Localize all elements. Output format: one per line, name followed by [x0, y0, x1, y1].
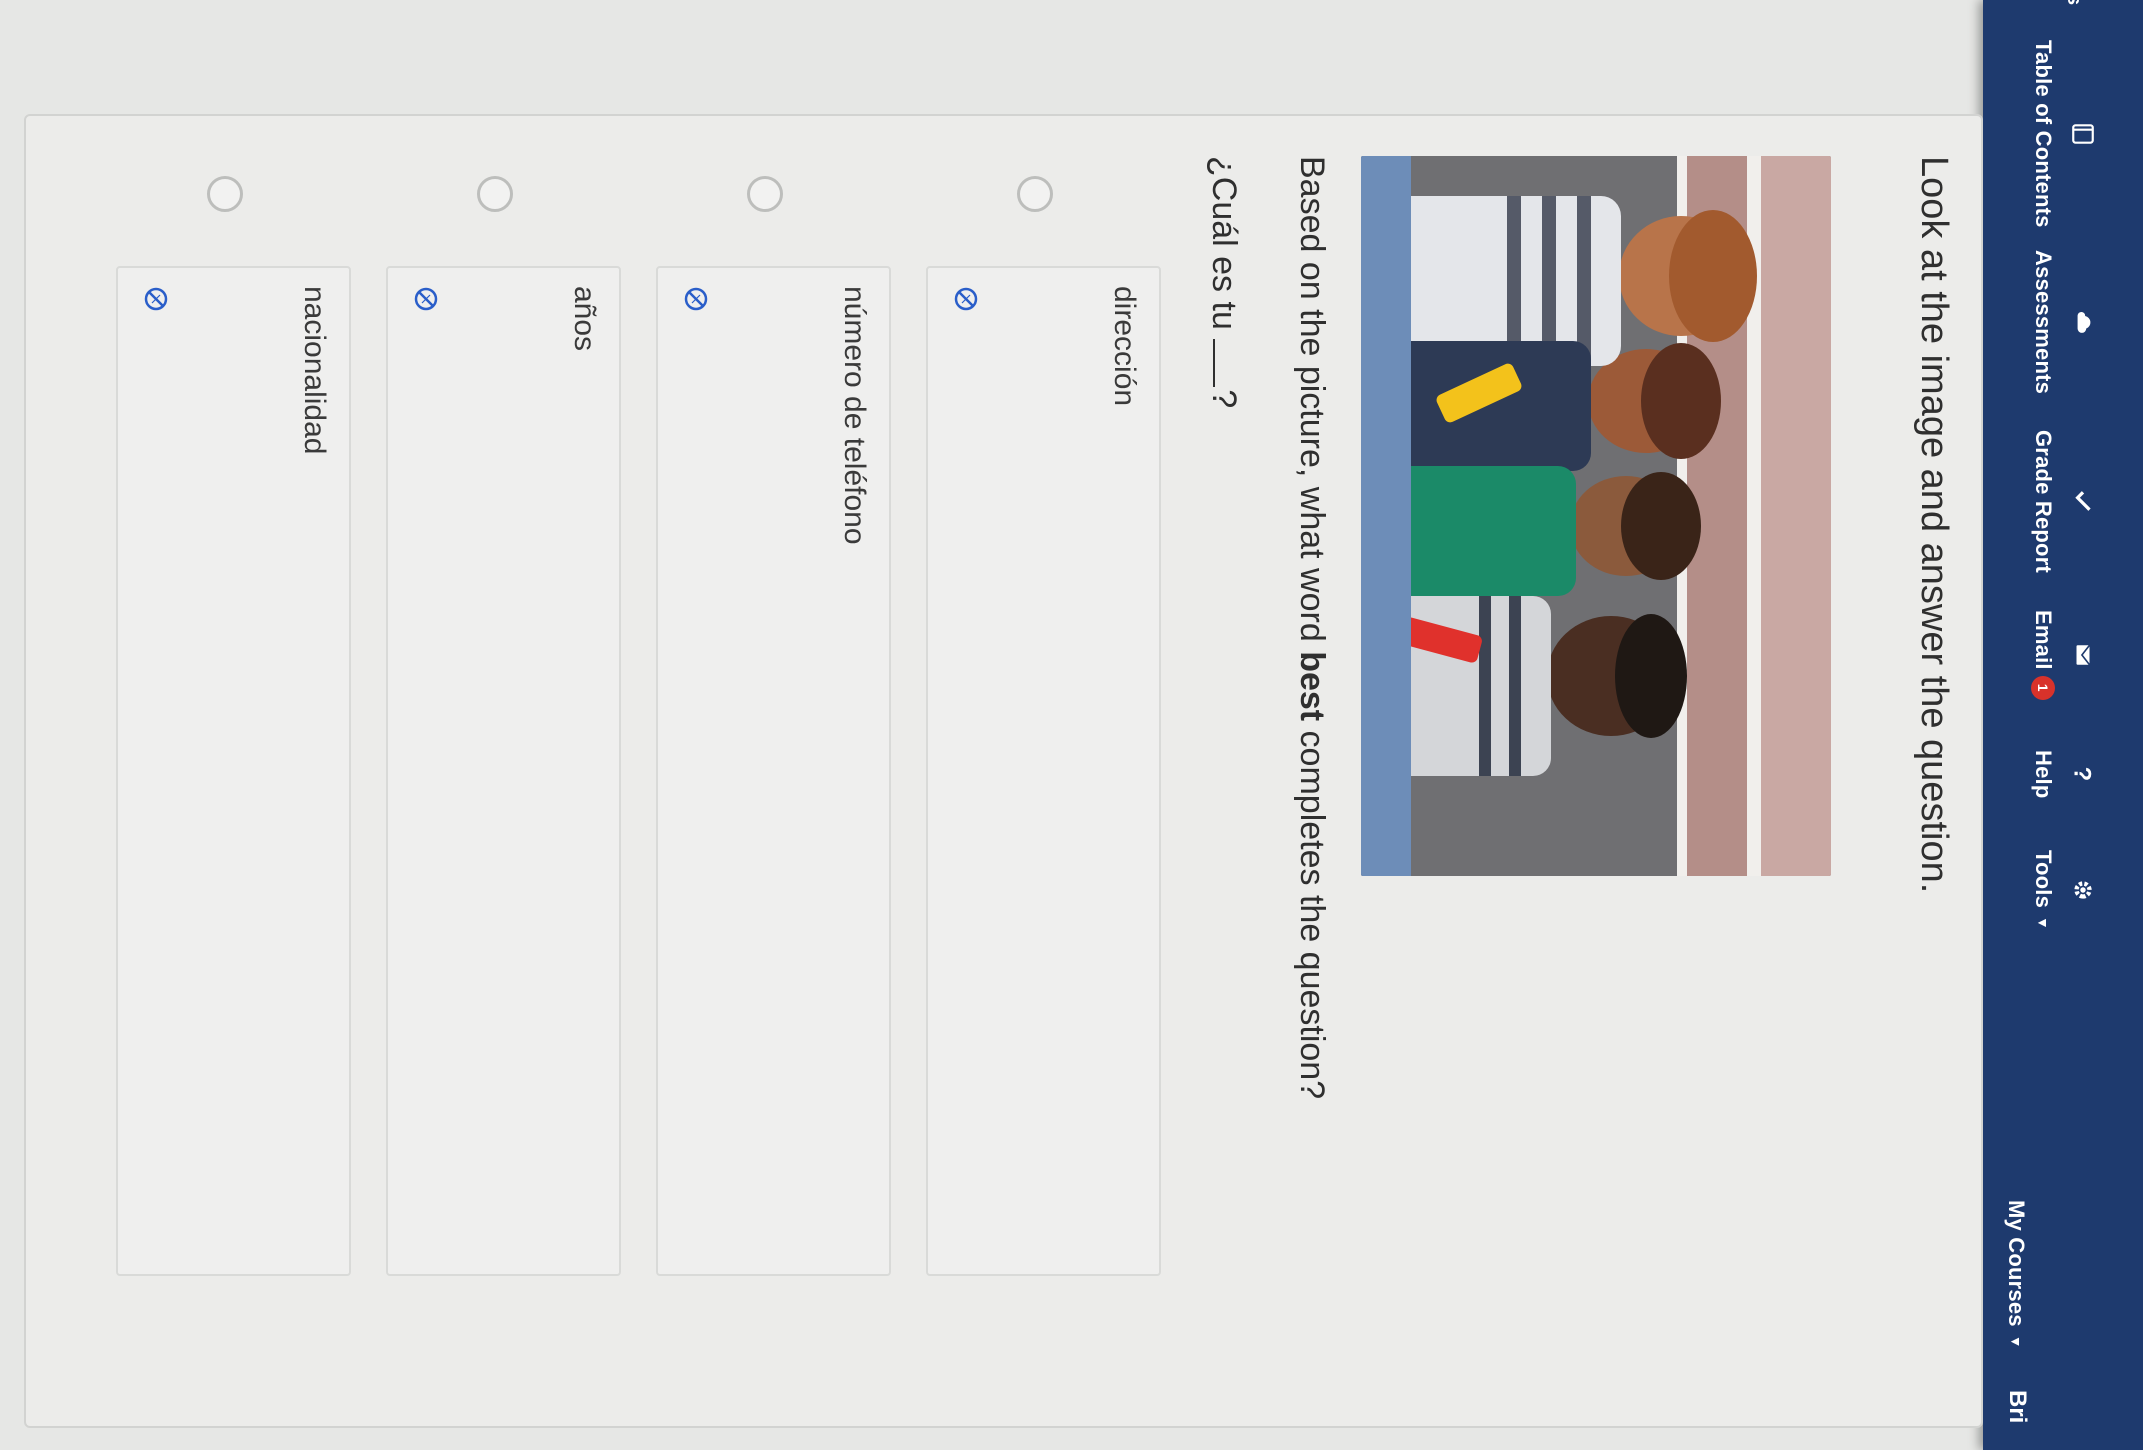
nav-edge-label: s [2062, 0, 2085, 5]
question-panel: Look at the image and answer the questio… [24, 114, 1983, 1428]
answer-choice-text: número de teléfono [838, 286, 871, 545]
question-prompt-emphasis: best [1293, 651, 1331, 722]
question-prompt-end: completes the question? [1293, 721, 1331, 1100]
answer-option: número de teléfono [651, 156, 891, 1276]
answer-option: nacionalidad [111, 156, 351, 1276]
question-sentence: ¿Cuál es tu ? [1204, 156, 1243, 408]
svg-text:?: ? [2070, 767, 2095, 782]
envelope-icon [2076, 644, 2091, 666]
nav-label-email: Email [2031, 610, 2056, 670]
question-icon: ? [2070, 767, 2095, 782]
question-photo [1361, 156, 1831, 876]
checkmark-icon [2075, 491, 2091, 512]
brand-label: Bri [2004, 1390, 2031, 1424]
top-navbar: s Table of Contents Assessments Grade Re… [1983, 0, 2143, 1450]
nav-tools[interactable]: Tools ▼ [2003, 850, 2123, 930]
answer-choice-text: años [568, 286, 601, 352]
nav-label-help: Help [2031, 750, 2056, 799]
eliminate-icon[interactable] [953, 286, 979, 312]
answer-radio[interactable] [477, 176, 513, 212]
nav-assessments[interactable]: Assessments [2003, 250, 2123, 394]
nav-label-table-of-contents: Table of Contents [2031, 40, 2056, 228]
answer-radio[interactable] [207, 176, 243, 212]
nav-label-my-courses: My Courses [2004, 1200, 2029, 1327]
answer-choice-text: dirección [1108, 286, 1141, 407]
answer-choice-box[interactable]: nacionalidad [116, 266, 351, 1276]
cloud-icon [2077, 312, 2091, 333]
question-instruction: Look at the image and answer the questio… [1913, 156, 1955, 894]
email-unread-badge: 1 [2031, 675, 2055, 700]
nav-label-assessments: Assessments [2031, 250, 2056, 395]
answer-option: años [381, 156, 621, 1276]
nav-label-grade-report: Grade Report [2031, 430, 2056, 573]
question-prompt: Based on the picture, what word best com… [1292, 156, 1331, 1099]
chevron-down-icon: ▼ [2035, 916, 2051, 931]
answer-option: dirección [921, 156, 1161, 1276]
group-selfie-illustration [1361, 156, 1831, 876]
answer-choice-box[interactable]: número de teléfono [656, 266, 891, 1276]
eliminate-icon[interactable] [143, 286, 169, 312]
answer-choice-box[interactable]: años [386, 266, 621, 1276]
gear-icon [2074, 881, 2092, 899]
book-icon [2072, 124, 2094, 144]
chevron-down-icon: ▼ [2008, 1334, 2024, 1349]
nav-my-courses[interactable]: My Courses ▼ [2003, 1200, 2123, 1349]
nav-email[interactable]: Email 1 [2003, 610, 2123, 700]
question-prompt-start: Based on the picture, what word [1293, 156, 1331, 652]
answer-radio[interactable] [747, 176, 783, 212]
question-sentence-end: ? [1205, 389, 1243, 409]
eliminate-icon[interactable] [683, 286, 709, 312]
answer-choice-box[interactable]: dirección [926, 266, 1161, 1276]
nav-help[interactable]: ? Help [2003, 750, 2123, 798]
rotated-screen: s Table of Contents Assessments Grade Re… [0, 0, 2143, 1450]
nav-table-of-contents[interactable]: Table of Contents [2003, 40, 2123, 228]
answer-choice-text: nacionalidad [298, 286, 331, 455]
nav-grade-report[interactable]: Grade Report [2003, 430, 2123, 573]
answer-blank [1213, 339, 1241, 388]
answer-radio[interactable] [1017, 176, 1053, 212]
eliminate-icon[interactable] [413, 286, 439, 312]
nav-label-tools: Tools [2031, 850, 2056, 909]
question-sentence-start: ¿Cuál es tu [1205, 156, 1243, 340]
